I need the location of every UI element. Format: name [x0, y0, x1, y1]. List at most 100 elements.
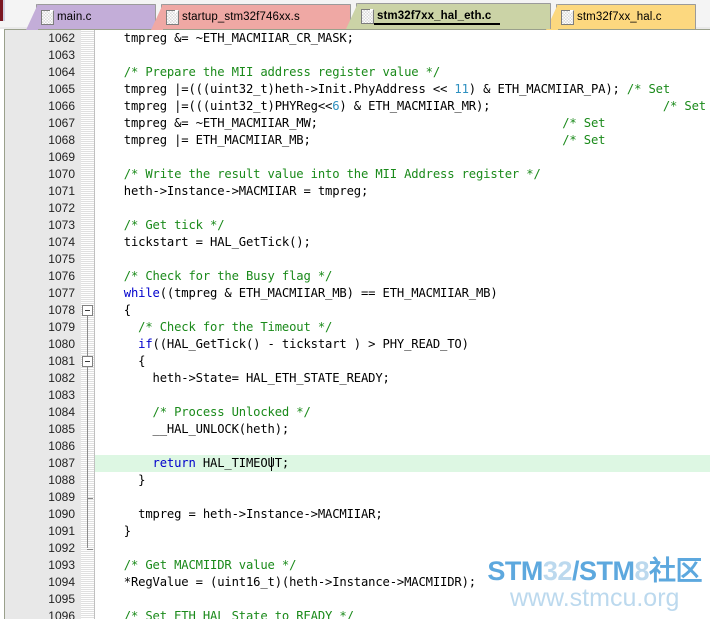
- line-number: 1087: [48, 456, 75, 470]
- editor-viewport[interactable]: 1062 tmpreg &= ~ETH_MACMIIAR_CR_MASK; 106…: [5, 30, 710, 619]
- line-number: 1080: [48, 337, 75, 351]
- code-line[interactable]: /* Check for the Timeout */: [95, 319, 332, 336]
- code-line[interactable]: /* Process Unlocked */: [95, 404, 311, 421]
- window-left-edge-border: [3, 0, 5, 21]
- code-line[interactable]: *RegValue = (uint16_t)(heth->Instance->M…: [95, 574, 476, 591]
- code-token: if: [138, 337, 153, 351]
- code-line[interactable]: }: [95, 523, 131, 540]
- text-caret: [271, 457, 273, 471]
- line-number: 1067: [48, 116, 75, 130]
- code-line[interactable]: tmpreg |=(((uint32_t)heth->Init.PhyAddre…: [95, 81, 670, 98]
- line-number: 1062: [48, 31, 75, 45]
- code-token: /* Set: [626, 82, 670, 96]
- code-line[interactable]: /* Set ETH HAL State to READY */: [95, 608, 354, 619]
- source-editor[interactable]: 1062 tmpreg &= ~ETH_MACMIIAR_CR_MASK; 106…: [4, 29, 710, 619]
- code-token: /* Set: [562, 116, 606, 130]
- line-number: 1077: [48, 286, 75, 300]
- code-line[interactable]: /* Prepare the MII address register valu…: [95, 64, 440, 81]
- line-number: 1086: [48, 439, 75, 453]
- code-token: __HAL_UNLOCK(heth);: [95, 422, 290, 436]
- code-token: {: [95, 303, 131, 317]
- tab-left-slant: [346, 3, 358, 29]
- code-line[interactable]: /* Write the result value into the MII A…: [95, 166, 541, 183]
- fold-collapse-box[interactable]: [82, 305, 93, 316]
- line-number: 1075: [48, 252, 75, 266]
- line-number: 1070: [48, 167, 75, 181]
- line-number: 1064: [48, 65, 75, 79]
- file-icon: [561, 9, 574, 25]
- editor-tab-0[interactable]: main.c: [26, 4, 156, 30]
- code-editor-window: main.c startup_stm32f746xx.s stm32f7xx_hal…: [0, 0, 710, 619]
- code-token: heth->Instance->MACMIIAR = tmpreg;: [95, 184, 369, 198]
- code-line[interactable]: tickstart = HAL_GetTick();: [95, 234, 311, 251]
- editor-tab-3[interactable]: stm32f7xx_hal.c: [546, 4, 696, 30]
- code-line[interactable]: __HAL_UNLOCK(heth);: [95, 421, 290, 438]
- tab-label: startup_stm32f746xx.s: [182, 11, 300, 23]
- code-token: tickstart = HAL_GetTick();: [95, 235, 311, 249]
- code-token: ((tmpreg & ETH_MACMIIAR_MB) == ETH_MACMI…: [159, 286, 498, 300]
- code-token: tmpreg &= ~ETH_MACMIIAR_CR_MASK;: [95, 31, 354, 45]
- code-token: 11: [454, 82, 469, 96]
- code-token: tmpreg |=(((uint32_t)PHYReg<<: [95, 99, 333, 113]
- code-folding-margin[interactable]: [81, 30, 94, 619]
- code-line[interactable]: /* Get MACMIIDR value */: [95, 557, 297, 574]
- fold-collapse-box[interactable]: [82, 356, 93, 367]
- line-number: 1094: [48, 575, 75, 589]
- code-token: *RegValue = (uint16_t)(heth->Instance->M…: [95, 575, 476, 589]
- line-number: 1088: [48, 473, 75, 487]
- code-token: {: [95, 354, 146, 368]
- file-icon: [361, 9, 374, 24]
- line-number: 1081: [48, 354, 75, 368]
- code-line[interactable]: {: [95, 302, 131, 319]
- code-line[interactable]: return HAL_TIMEOUT;: [95, 455, 290, 472]
- code-token: /* Get MACMIIDR value */: [123, 558, 297, 572]
- code-line[interactable]: heth->Instance->MACMIIAR = tmpreg;: [95, 183, 369, 200]
- code-line[interactable]: tmpreg |=(((uint32_t)PHYReg<<6) & ETH_MA…: [95, 98, 706, 115]
- code-line[interactable]: tmpreg |= ETH_MACMIIAR_MB; /* Set: [95, 132, 606, 149]
- code-line[interactable]: if((HAL_GetTick() - tickstart ) > PHY_RE…: [95, 336, 469, 353]
- code-line[interactable]: /* Get tick */: [95, 217, 225, 234]
- code-line[interactable]: while((tmpreg & ETH_MACMIIAR_MB) == ETH_…: [95, 285, 498, 302]
- code-token: /* Check for the Timeout */: [138, 320, 333, 334]
- code-token: tmpreg |= ETH_MACMIIAR_MB;: [95, 133, 563, 147]
- fold-rail: [87, 365, 88, 548]
- file-icon: [41, 9, 54, 25]
- code-line[interactable]: {: [95, 353, 145, 370]
- editor-tab-bar: main.c startup_stm32f746xx.s stm32f7xx_hal…: [0, 0, 710, 30]
- code-token: /* Set: [562, 133, 606, 147]
- line-number: 1084: [48, 405, 75, 419]
- code-token: ) & ETH_MACMIIAR_PA);: [468, 82, 627, 96]
- code-token: while: [123, 286, 160, 300]
- code-line[interactable]: /* Check for the Busy flag */: [95, 268, 333, 285]
- code-token: tmpreg &= ~ETH_MACMIIAR_MW;: [95, 116, 563, 130]
- code-line[interactable]: heth->State= HAL_ETH_STATE_READY;: [95, 370, 390, 387]
- tab-label: stm32f7xx_hal_eth.c: [374, 9, 501, 25]
- code-line[interactable]: tmpreg = heth->Instance->MACMIIAR;: [95, 506, 383, 523]
- editor-tab-2[interactable]: stm32f7xx_hal_eth.c: [346, 3, 551, 29]
- code-token: /* Get tick */: [123, 218, 225, 232]
- line-number: 1093: [48, 558, 75, 572]
- editor-tab-1[interactable]: startup_stm32f746xx.s: [151, 4, 351, 30]
- line-number: 1091: [48, 524, 75, 538]
- code-line[interactable]: }: [95, 472, 145, 489]
- line-number: 1063: [48, 48, 75, 62]
- line-number: 1082: [48, 371, 75, 385]
- code-token: tmpreg |=(((uint32_t)heth->Init.PhyAddre…: [95, 82, 455, 96]
- code-token: return: [152, 456, 196, 470]
- line-number: 1066: [48, 99, 75, 113]
- code-token: tmpreg = heth->Instance->MACMIIAR;: [95, 507, 383, 521]
- code-token: }: [95, 473, 146, 487]
- line-number: 1071: [48, 184, 75, 198]
- line-number: 1089: [48, 490, 75, 504]
- code-line[interactable]: tmpreg &= ~ETH_MACMIIAR_CR_MASK;: [95, 30, 354, 47]
- code-line[interactable]: tmpreg &= ~ETH_MACMIIAR_MW; /* Set: [95, 115, 606, 132]
